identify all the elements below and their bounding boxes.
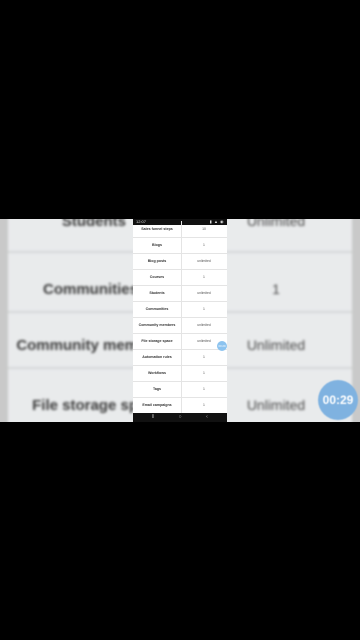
table-row: Tags 1: [133, 381, 227, 398]
feature-label: Workflows: [133, 365, 182, 381]
feature-value: unlimited: [197, 323, 211, 327]
table-row: Blogs 1: [133, 237, 227, 254]
table-row: Communities 1: [133, 301, 227, 318]
bg-row-value: 1: [272, 281, 280, 297]
bg-row-label: Communities: [42, 281, 138, 298]
feature-value: 1: [203, 371, 205, 375]
bg-row-label: Community mem: [16, 337, 138, 354]
table-row: Blog posts unlimited: [133, 253, 227, 270]
feature-value: unlimited: [197, 259, 211, 263]
bg-row-value: Unlimited: [246, 219, 306, 229]
feature-label: Tags: [133, 381, 182, 397]
table-row: Courses 1: [133, 269, 227, 286]
bg-row-value: Unlimited: [246, 337, 306, 353]
feature-label: Sales funnel steps: [133, 221, 182, 237]
feature-value: 1: [203, 275, 205, 279]
feature-label: Students: [133, 285, 182, 301]
table-row: Automation rules 1: [133, 349, 227, 366]
recording-timer-button[interactable]: 00:29: [217, 341, 227, 351]
phone-screen: 12:07 ▮ ▲ ◉ Sales funnel steps 10 Blogs …: [133, 219, 227, 422]
table-row: File storage space unlimited: [133, 333, 227, 350]
table-row: Workflows 1: [133, 365, 227, 382]
bg-row-label: Students: [61, 219, 126, 230]
feature-value: 1: [203, 403, 205, 407]
table-row: Students unlimited: [133, 285, 227, 302]
home-icon[interactable]: ○: [172, 413, 188, 422]
feature-label: Communities: [133, 301, 182, 317]
android-nav-bar: ⦀ ○ ‹: [133, 413, 227, 422]
feature-value: unlimited: [197, 291, 211, 295]
feature-label: Courses: [133, 269, 182, 285]
bg-row-value: Unlimited: [246, 397, 306, 413]
recents-icon[interactable]: ⦀: [145, 413, 161, 422]
video-frame: Students Unlimited Communities 1 Communi…: [0, 0, 360, 640]
feature-label: Email campaigns: [133, 397, 182, 413]
pricing-table[interactable]: Sales funnel steps 10 Blogs 1 Blog posts…: [133, 221, 227, 414]
feature-label: Community members: [133, 317, 182, 333]
feature-label: File storage space: [133, 333, 182, 349]
feature-value: 1: [203, 307, 205, 311]
feature-value: 1: [203, 243, 205, 247]
feature-label: Automation rules: [133, 349, 182, 365]
feature-value: 1: [203, 387, 205, 391]
feature-value: 10: [202, 227, 206, 231]
feature-label: Blogs: [133, 237, 182, 253]
table-row: Sales funnel steps 10: [133, 221, 227, 238]
table-row: Email campaigns 1: [133, 397, 227, 414]
feature-label: Blog posts: [133, 253, 182, 269]
table-row: Community members unlimited: [133, 317, 227, 334]
recording-timer-blurred: 00:29: [318, 380, 358, 420]
back-icon[interactable]: ‹: [199, 413, 215, 422]
bg-row-label: File storage sp: [32, 397, 138, 414]
feature-value: 1: [203, 355, 205, 359]
